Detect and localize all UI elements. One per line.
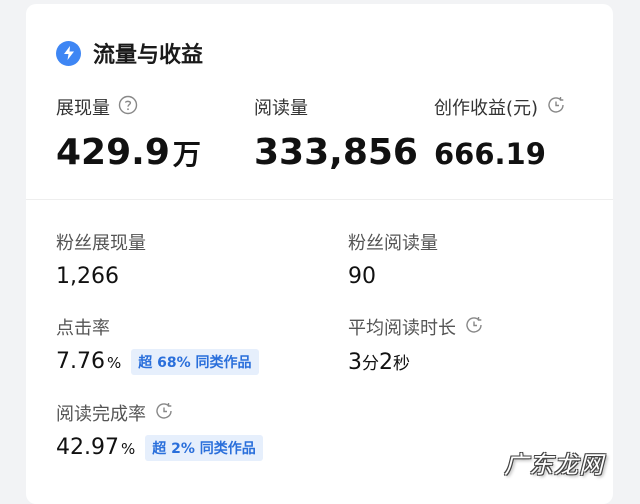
minutes-value: 3 xyxy=(348,350,362,375)
stat-value: 1,266 xyxy=(56,264,119,289)
stat-fan-impressions: 粉丝展现量 1,266 xyxy=(56,228,146,289)
percent-unit: % xyxy=(120,440,136,458)
stat-completion-rate: 阅读完成率 42.97% 超 2% 同类作品 xyxy=(56,399,263,461)
metric-impressions: 展现量 429.9 万 xyxy=(56,92,201,178)
stat-value: 42.97 xyxy=(56,435,119,460)
metric-revenue-label: 创作收益(元) xyxy=(434,98,539,119)
help-circle-icon[interactable] xyxy=(118,95,138,120)
metric-impressions-value: 429.9 xyxy=(56,132,170,173)
lightning-drop-icon xyxy=(56,40,81,66)
metric-revenue: 创作收益(元) 666.19 xyxy=(434,92,566,174)
metric-revenue-value: 666.19 xyxy=(434,137,546,171)
clock-icon[interactable] xyxy=(464,315,484,340)
card-header: 流量与收益 xyxy=(56,38,203,68)
seconds-value: 2 xyxy=(379,350,393,375)
stat-label: 点击率 xyxy=(56,318,110,339)
stat-label: 平均阅读时长 xyxy=(348,318,456,339)
traffic-revenue-card: 流量与收益 展现量 429.9 万 阅读量 333,856 创作收益(元) 66… xyxy=(26,4,613,504)
metric-reads-label: 阅读量 xyxy=(254,98,308,119)
watermark-text: 广东龙网 xyxy=(504,451,604,479)
metric-reads-value: 333,856 xyxy=(254,132,418,173)
clock-icon[interactable] xyxy=(546,95,566,120)
stat-value: 7.76 xyxy=(56,349,105,374)
stat-label: 粉丝展现量 xyxy=(56,233,146,254)
percent-unit: % xyxy=(106,354,122,372)
stat-fan-reads: 粉丝阅读量 90 xyxy=(348,228,438,289)
clock-icon[interactable] xyxy=(154,401,174,426)
stat-avg-read-time: 平均阅读时长 3分2秒 xyxy=(348,313,484,375)
seconds-unit: 秒 xyxy=(393,354,410,374)
stat-ctr: 点击率 7.76% 超 68% 同类作品 xyxy=(56,313,259,375)
peer-comparison-badge: 超 2% 同类作品 xyxy=(145,435,263,461)
card-title: 流量与收益 xyxy=(93,43,204,68)
stat-label: 粉丝阅读量 xyxy=(348,233,438,254)
metric-reads: 阅读量 333,856 xyxy=(254,92,418,176)
stat-label: 阅读完成率 xyxy=(56,404,146,425)
peer-comparison-badge: 超 68% 同类作品 xyxy=(131,349,259,375)
minutes-unit: 分 xyxy=(362,354,379,374)
summary-section: 流量与收益 展现量 429.9 万 阅读量 333,856 创作收益(元) 66… xyxy=(26,4,613,200)
stat-value: 90 xyxy=(348,264,376,289)
metric-impressions-label: 展现量 xyxy=(56,98,110,119)
metric-impressions-unit: 万 xyxy=(172,138,201,171)
